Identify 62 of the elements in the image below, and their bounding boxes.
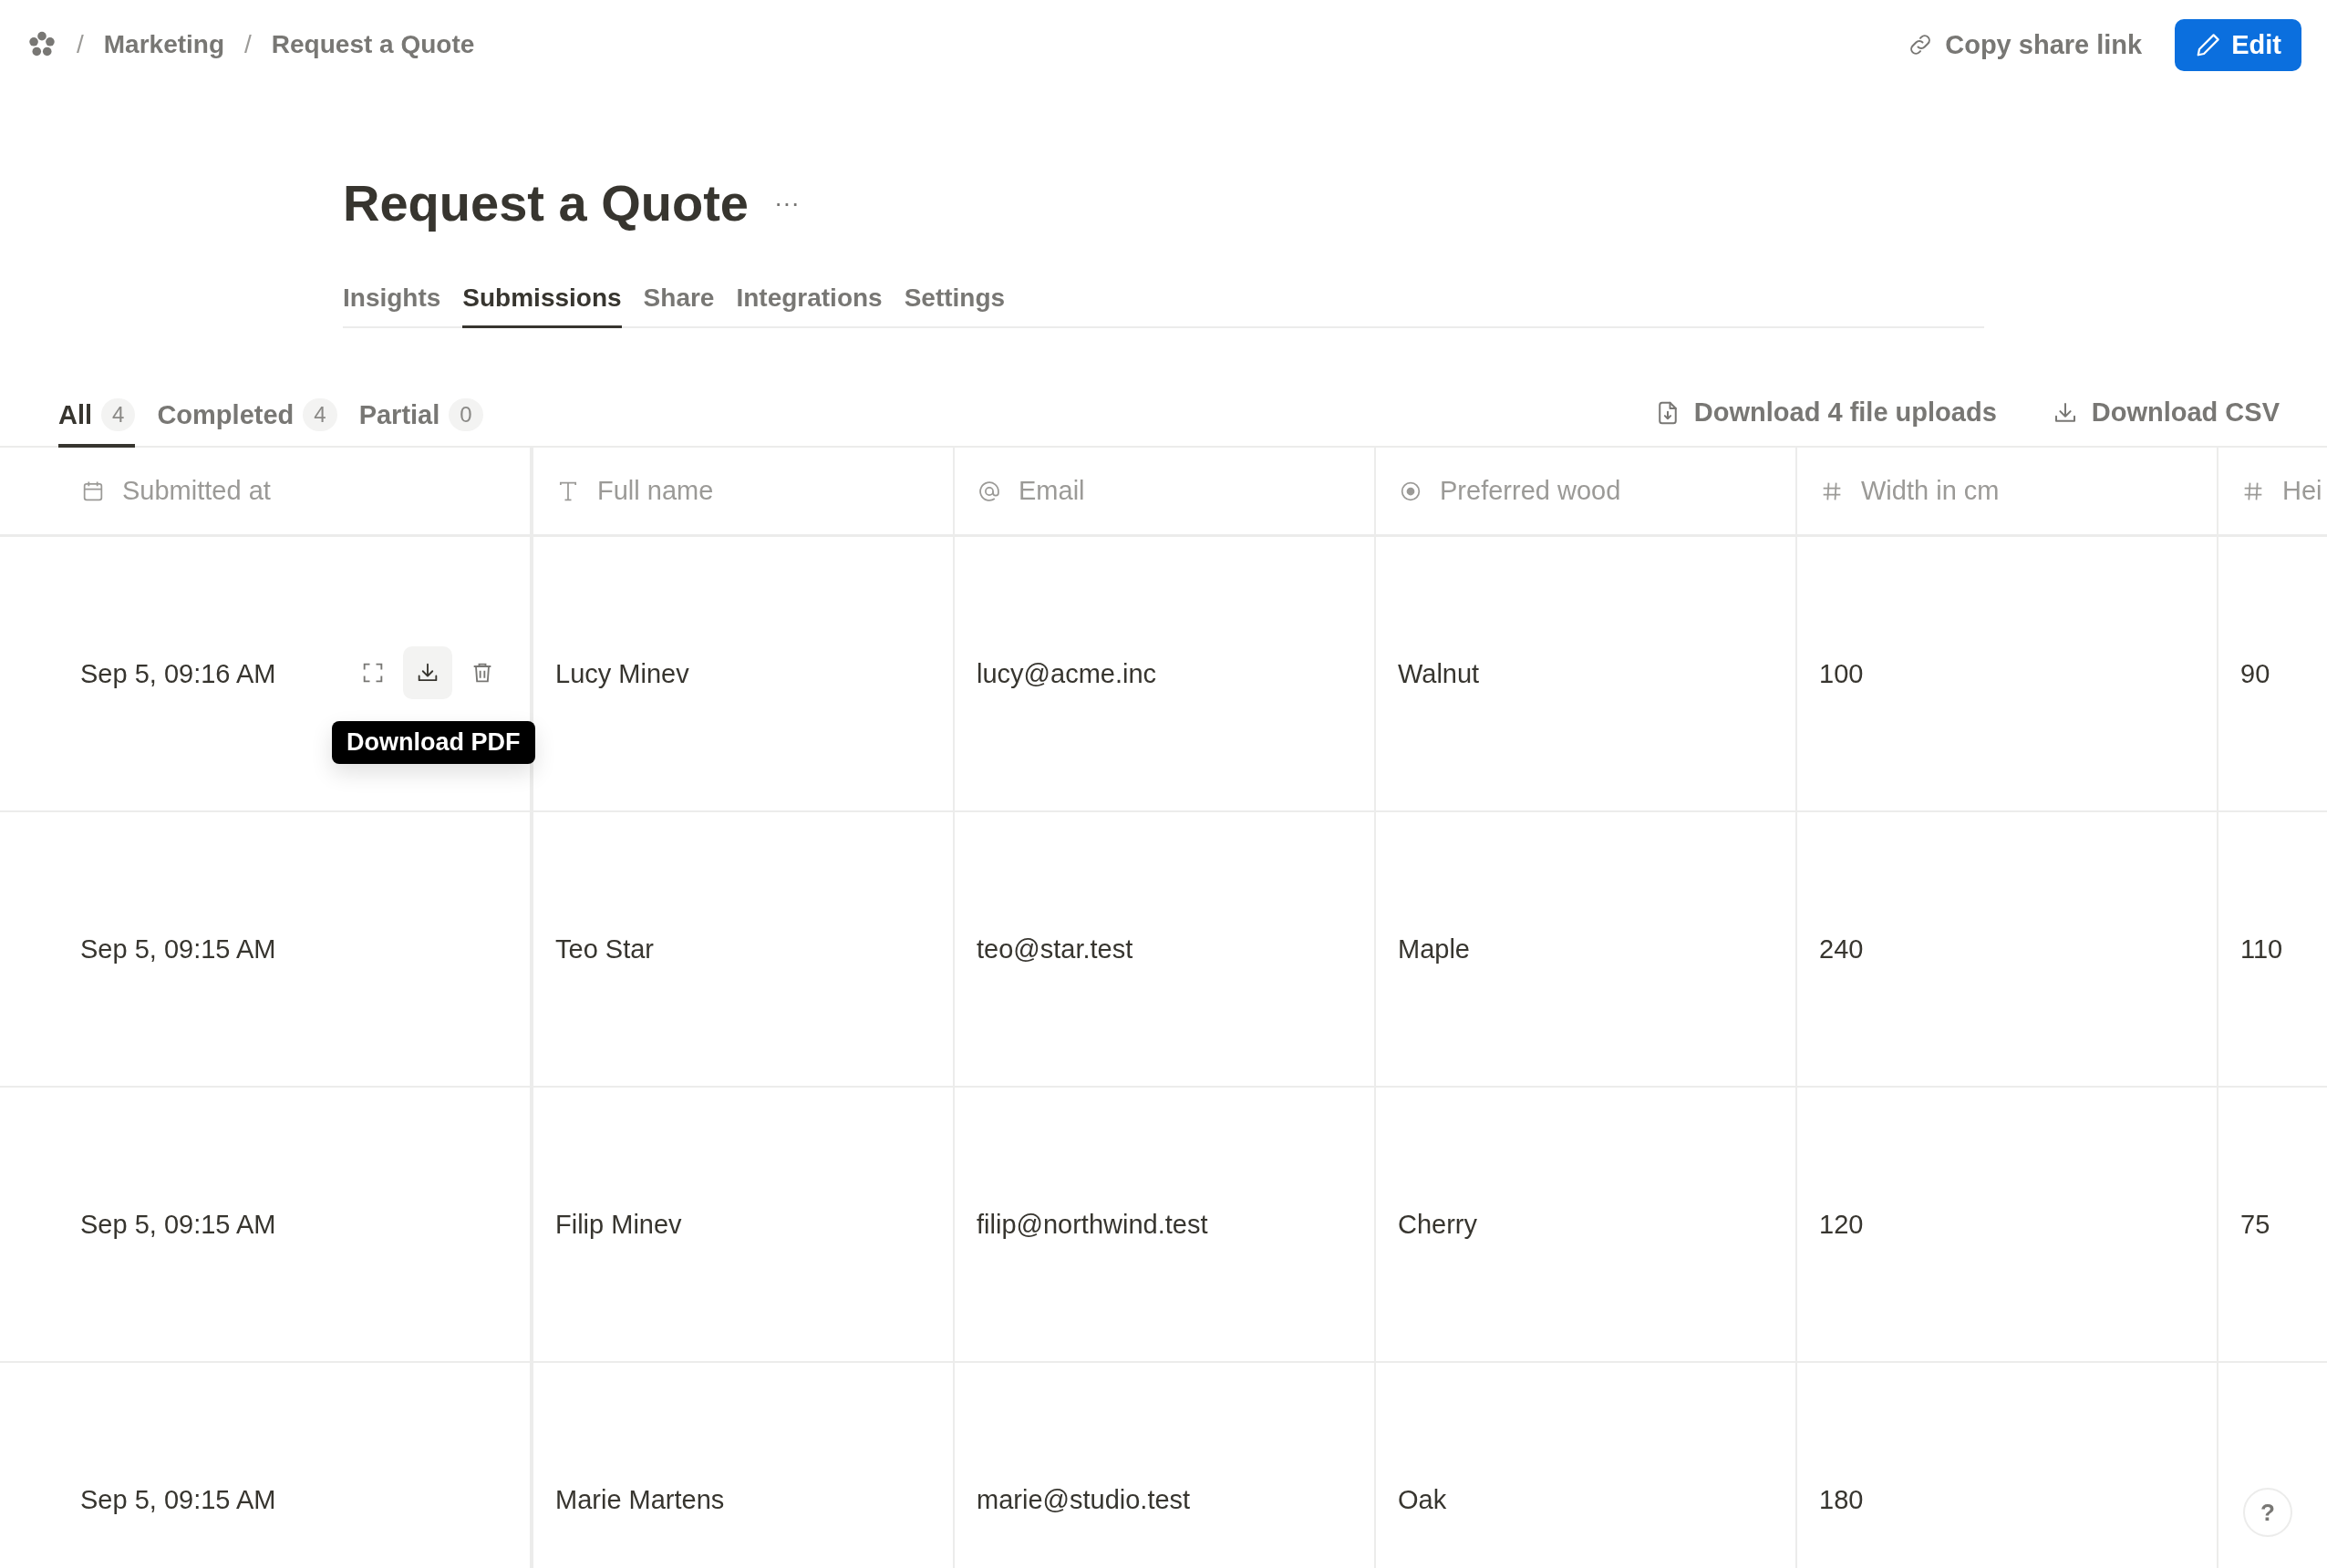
copy-share-link-button[interactable]: Copy share link	[1907, 29, 2143, 60]
table-row[interactable]: Sep 5, 09:16 AM Download PDF Lucy Minev lucy@acme.inc Walnut 100 90	[0, 537, 2327, 812]
table-row[interactable]: Sep 5, 09:15 AM Teo Star teo@star.test Maple 240 110	[0, 812, 2327, 1088]
table-cell: Sep 5, 09:15 AM	[80, 1209, 276, 1240]
table-cell: 110	[2240, 934, 2283, 965]
table-cell: Sep 5, 09:16 AM	[80, 658, 276, 689]
table-cell: Maple	[1398, 934, 1470, 965]
filter-tab[interactable]: Completed 4	[157, 398, 337, 448]
table-cell: Filip Minev	[555, 1209, 682, 1240]
column-label: Width in cm	[1861, 476, 2000, 506]
column-label: Preferred wood	[1440, 476, 1621, 506]
table-cell: Walnut	[1398, 658, 1480, 689]
more-options-button[interactable]: ···	[773, 188, 800, 218]
table-cell: 240	[1819, 934, 1864, 965]
table-cell: filip@northwind.test	[977, 1209, 1208, 1240]
breadcrumb-separator: /	[77, 30, 84, 59]
tab[interactable]: Submissions	[462, 284, 622, 328]
column-label: Email	[1019, 476, 1085, 506]
count-badge: 4	[303, 398, 337, 431]
download-button[interactable]: Download 4 file uploads	[1653, 397, 1997, 428]
column-header[interactable]: Hei	[2218, 448, 2327, 534]
filter-tab[interactable]: All 4	[58, 398, 136, 448]
column-header[interactable]: Width in cm	[1797, 448, 2218, 534]
table-cell: Teo Star	[555, 934, 654, 965]
table-cell: Cherry	[1398, 1209, 1477, 1240]
breadcrumb-link[interactable]: Marketing	[103, 30, 225, 59]
tab[interactable]: Share	[643, 284, 715, 328]
column-header[interactable]: Email	[955, 448, 1376, 534]
column-label: Hei	[2282, 476, 2322, 506]
column-label: Submitted at	[122, 476, 271, 506]
tab[interactable]: Settings	[904, 284, 1006, 328]
column-header[interactable]: Preferred wood	[1376, 448, 1797, 534]
table-cell: 75	[2240, 1209, 2270, 1240]
tab[interactable]: Insights	[343, 284, 441, 328]
table-cell: lucy@acme.inc	[977, 658, 1157, 689]
filter-tab[interactable]: Partial 0	[358, 398, 483, 448]
breadcrumb-link[interactable]: Request a Quote	[271, 30, 475, 59]
download-button[interactable]: Download CSV	[2051, 397, 2280, 428]
help-button[interactable]: ?	[2243, 1488, 2292, 1537]
table-cell: Marie Martens	[555, 1484, 725, 1515]
page-title: Request a Quote	[343, 173, 749, 232]
count-badge: 4	[101, 398, 136, 431]
table-cell: Lucy Minev	[555, 658, 689, 689]
column-label: Full name	[597, 476, 714, 506]
table-cell: Oak	[1398, 1484, 1447, 1515]
breadcrumb-separator: /	[244, 30, 252, 59]
table-cell: 120	[1819, 1209, 1864, 1240]
count-badge: 0	[449, 398, 483, 431]
table-cell: Sep 5, 09:15 AM	[80, 934, 276, 965]
tab[interactable]: Integrations	[736, 284, 883, 328]
table-cell: Sep 5, 09:15 AM	[80, 1484, 276, 1515]
table-cell: 180	[1819, 1484, 1864, 1515]
column-header[interactable]: Full name	[533, 448, 955, 534]
table-cell: 90	[2240, 658, 2270, 689]
table-cell: marie@studio.test	[977, 1484, 1191, 1515]
edit-button[interactable]: Edit	[2175, 18, 2301, 71]
table-cell: teo@star.test	[977, 934, 1133, 965]
tooltip: Download PDF	[332, 721, 535, 764]
download-pdf-button[interactable]	[403, 646, 452, 699]
table-row[interactable]: Sep 5, 09:15 AM Filip Minev filip@northwind.test Cherry 120 75	[0, 1088, 2327, 1363]
table-cell: 100	[1819, 658, 1864, 689]
column-header[interactable]: Submitted at	[0, 448, 533, 534]
